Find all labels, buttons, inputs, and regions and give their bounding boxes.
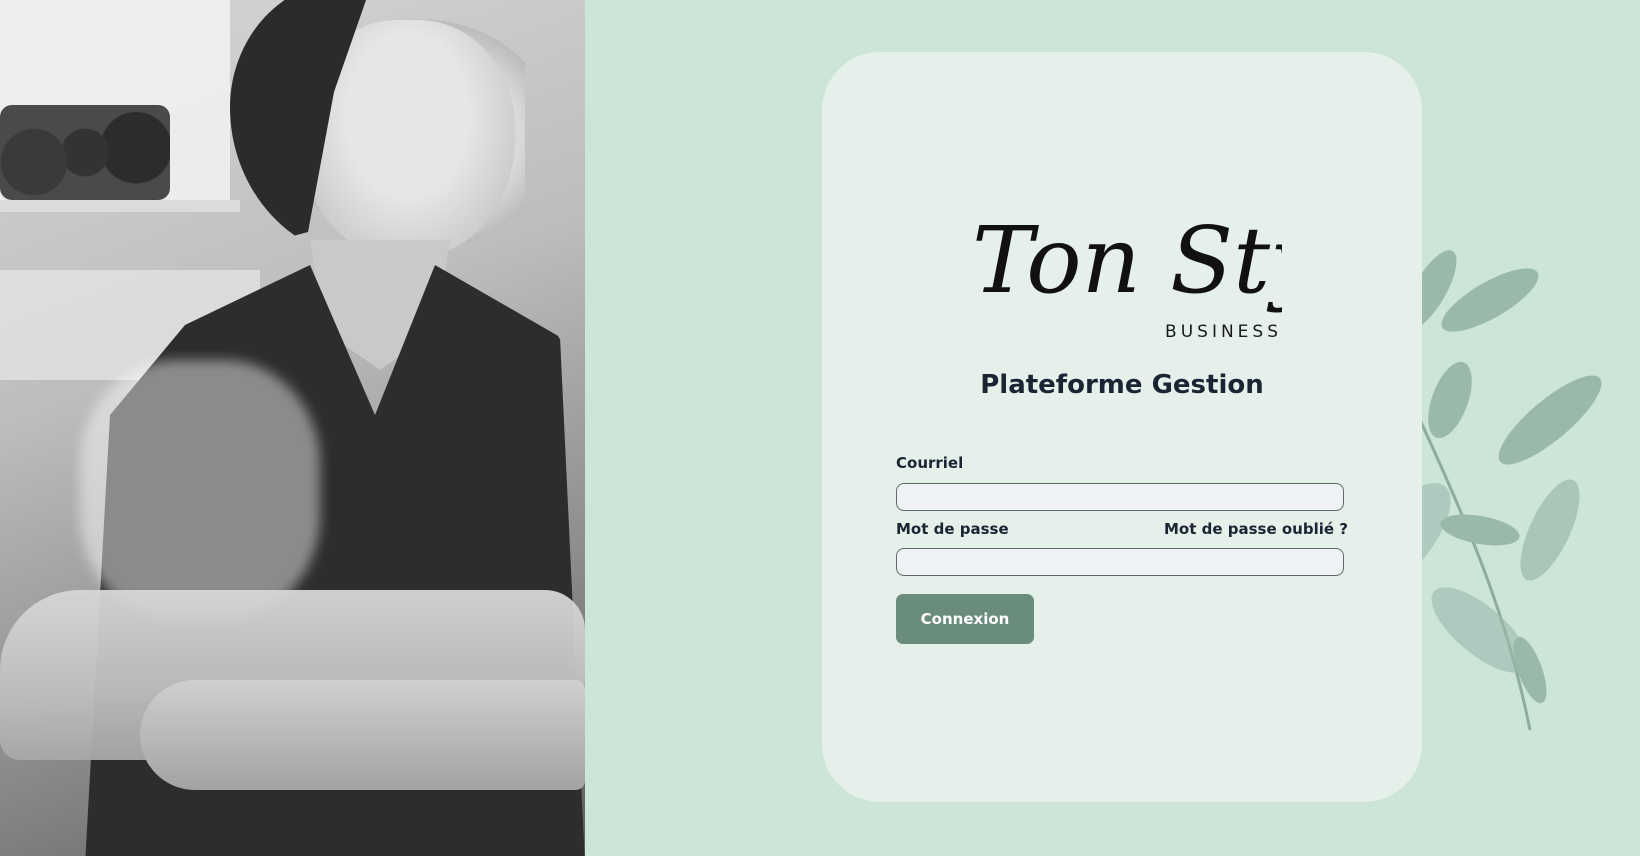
password-label: Mot de passe xyxy=(896,520,1009,538)
logo-subtitle: BUSINESS xyxy=(1165,322,1282,342)
email-field[interactable] xyxy=(896,483,1344,511)
brand-logo: Ton Style BUSINESS xyxy=(972,202,1406,342)
hero-photo xyxy=(0,0,585,856)
logo-script-text: Ton Style xyxy=(972,207,1282,314)
shelf-edge xyxy=(0,200,240,212)
login-card: Ton Style BUSINESS Plateforme Gestion Co… xyxy=(822,52,1422,802)
page-title: Plateforme Gestion xyxy=(980,370,1264,400)
brand-logo-script: Ton Style xyxy=(972,207,1406,314)
email-label: Courriel xyxy=(896,454,964,472)
login-button[interactable]: Connexion xyxy=(896,594,1034,644)
forgot-password-link[interactable]: Mot de passe oublié ? xyxy=(1164,520,1348,538)
window-reflection xyxy=(80,360,320,620)
woman-forearm xyxy=(140,680,585,790)
password-field[interactable] xyxy=(896,548,1344,576)
towels xyxy=(0,105,170,200)
